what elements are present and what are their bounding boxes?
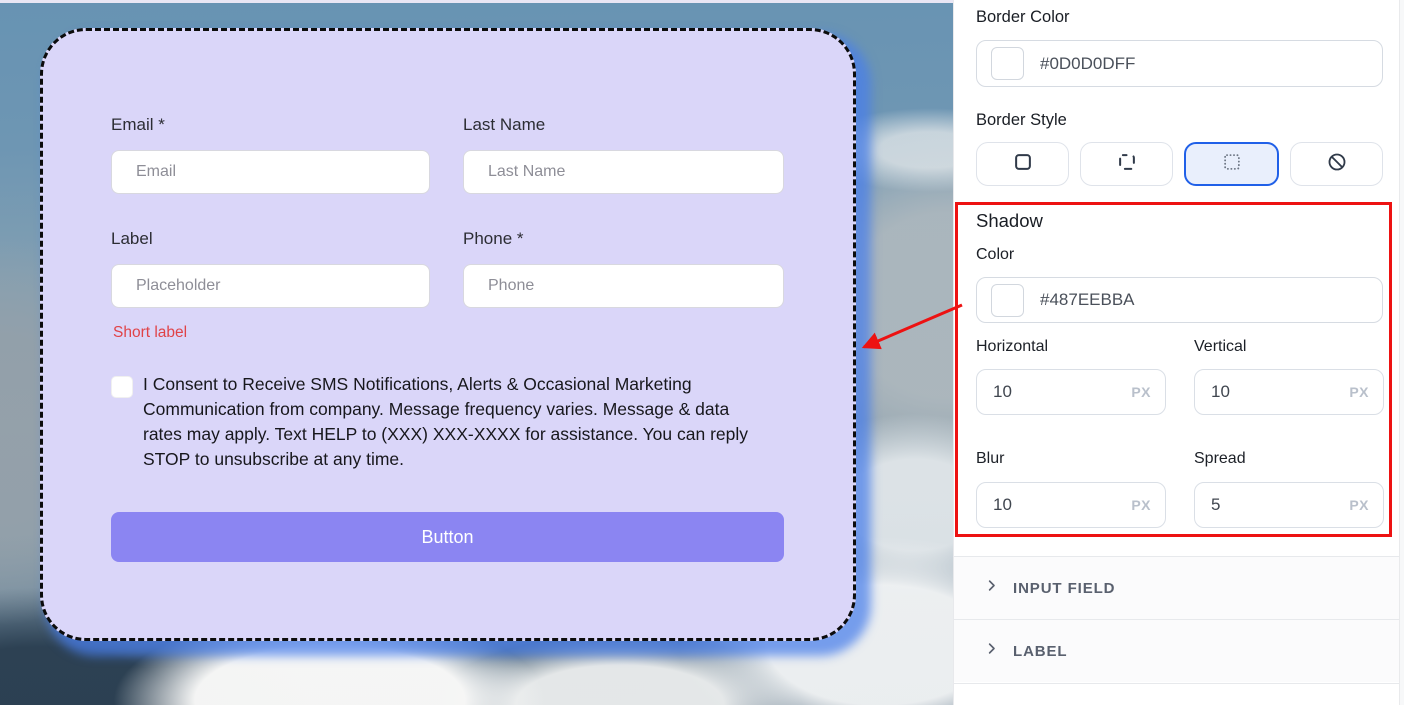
chevron-right-icon — [984, 578, 999, 598]
label-field-label: Label — [111, 229, 153, 249]
label-input[interactable] — [112, 265, 429, 307]
last-name-input-wrap — [463, 150, 784, 194]
border-style-dashed-button[interactable] — [1080, 142, 1173, 186]
shadow-color-swatch[interactable] — [991, 284, 1024, 317]
shadow-spread-label: Spread — [1194, 450, 1246, 468]
solid-border-icon — [1012, 151, 1034, 178]
spread-unit-suffix: PX — [1349, 497, 1383, 513]
section-label[interactable]: LABEL — [954, 620, 1404, 682]
section-label-label: LABEL — [1013, 643, 1068, 660]
shadow-blur-label: Blur — [976, 450, 1004, 468]
shadow-blur-input[interactable] — [977, 495, 1131, 515]
shadow-vertical-input[interactable] — [1195, 382, 1349, 402]
shadow-blur-field: PX — [976, 482, 1166, 528]
shadow-horizontal-field: PX — [976, 369, 1166, 415]
border-color-swatch[interactable] — [991, 47, 1024, 80]
sms-consent-text: I Consent to Receive SMS Notifications, … — [143, 372, 803, 472]
phone-field-label: Phone * — [463, 229, 524, 249]
border-style-solid-button[interactable] — [976, 142, 1069, 186]
border-style-none-button[interactable] — [1290, 142, 1383, 186]
shadow-section-title: Shadow — [976, 210, 1043, 232]
email-input[interactable] — [112, 151, 429, 193]
email-field-label: Email * — [111, 115, 165, 135]
border-color-label: Border Color — [976, 8, 1070, 27]
last-name-input[interactable] — [464, 151, 783, 193]
dashed-border-icon — [1116, 151, 1138, 178]
email-input-wrap — [111, 150, 430, 194]
border-style-label: Border Style — [976, 111, 1067, 130]
form-preview-card[interactable]: Email * Last Name Label Phone * Short la… — [40, 28, 856, 641]
border-style-options — [976, 142, 1383, 186]
section-input-field-label: INPUT FIELD — [1013, 580, 1115, 597]
horizontal-unit-suffix: PX — [1131, 384, 1165, 400]
phone-input[interactable] — [464, 265, 783, 307]
shadow-color-label: Color — [976, 246, 1014, 264]
last-name-field-label: Last Name — [463, 115, 545, 135]
form-submit-button[interactable]: Button — [111, 512, 784, 562]
border-color-value-input[interactable] — [1040, 54, 1382, 74]
shadow-horizontal-label: Horizontal — [976, 338, 1048, 356]
shadow-horizontal-input[interactable] — [977, 382, 1131, 402]
divider — [954, 683, 1404, 684]
shadow-color-field[interactable] — [976, 277, 1383, 323]
border-style-dotted-button[interactable] — [1184, 142, 1279, 186]
section-input-field[interactable]: INPUT FIELD — [954, 557, 1404, 619]
sms-consent-checkbox[interactable] — [111, 376, 133, 398]
shadow-spread-field: PX — [1194, 482, 1384, 528]
short-label-error-text: Short label — [113, 324, 187, 342]
shadow-color-value-input[interactable] — [1040, 290, 1382, 310]
phone-input-wrap — [463, 264, 784, 308]
app-window: Email * Last Name Label Phone * Short la… — [0, 0, 1404, 705]
vertical-unit-suffix: PX — [1349, 384, 1383, 400]
no-border-icon — [1326, 151, 1348, 178]
shadow-vertical-field: PX — [1194, 369, 1384, 415]
dotted-border-icon — [1221, 151, 1243, 178]
chevron-right-icon — [984, 641, 999, 661]
shadow-vertical-label: Vertical — [1194, 338, 1246, 356]
shadow-spread-input[interactable] — [1195, 495, 1349, 515]
border-color-field[interactable] — [976, 40, 1383, 87]
panel-scrollbar[interactable] — [1399, 0, 1404, 705]
blur-unit-suffix: PX — [1131, 497, 1165, 513]
label-input-wrap — [111, 264, 430, 308]
style-settings-panel: Border Color Border Style — [953, 0, 1404, 705]
